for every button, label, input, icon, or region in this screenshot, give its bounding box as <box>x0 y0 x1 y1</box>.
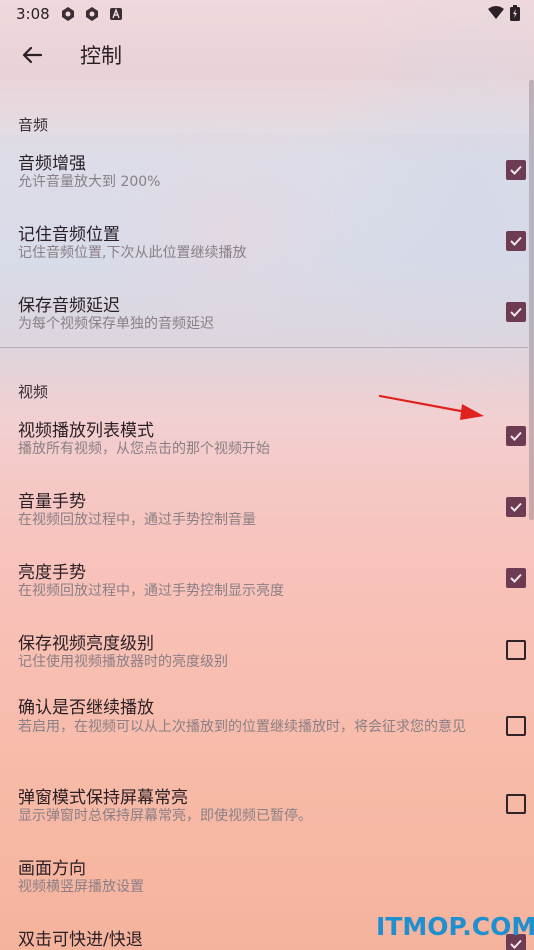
setting-subtitle: 在视频回放过程中，通过手势控制音量 <box>18 512 256 528</box>
setting-subtitle: 显示弹窗时总保持屏幕常亮，即使视频已暂停。 <box>18 808 312 824</box>
app-icon <box>60 6 76 22</box>
setting-volume-gesture[interactable]: 音量手势 在视频回放过程中，通过手势控制音量 <box>0 478 534 546</box>
setting-subtitle: 在视频回放过程中，通过手势控制显示亮度 <box>18 583 284 599</box>
watermark: ITMOP.COM <box>376 912 534 941</box>
setting-subtitle: 为每个视频保存单独的音频延迟 <box>18 316 214 332</box>
setting-confirm-resume[interactable]: 确认是否继续播放 若启用，在视频可以从上次播放到的位置继续播放时，将会征求您的意… <box>0 684 534 776</box>
setting-subtitle: 允许音量放大到 200% <box>18 174 161 190</box>
check-icon <box>510 307 522 317</box>
check-icon <box>510 502 522 512</box>
back-button[interactable] <box>18 41 46 69</box>
setting-remember-audio-position[interactable]: 记住音频位置 记住音频位置,下次从此位置继续播放 <box>0 211 534 279</box>
scrollbar[interactable] <box>529 80 534 520</box>
setting-subtitle: 若启用，在视频可以从上次播放到的位置继续播放时，将会征求您的意见 <box>18 719 466 735</box>
battery-icon <box>510 5 520 25</box>
app-bar: 控制 <box>0 28 534 80</box>
volume-gesture-checkbox[interactable] <box>506 497 526 517</box>
setting-title: 双击可快进/快退 <box>18 930 143 950</box>
brightness-gesture-checkbox[interactable] <box>506 568 526 588</box>
section-divider <box>0 347 528 348</box>
setting-subtitle: 记住使用视频播放器时的亮度级别 <box>18 654 228 670</box>
app-icon <box>84 6 100 22</box>
check-icon <box>510 165 522 175</box>
check-icon <box>510 573 522 583</box>
check-icon <box>510 236 522 246</box>
confirm-resume-checkbox[interactable] <box>506 716 526 736</box>
video-playlist-mode-checkbox[interactable] <box>506 426 526 446</box>
audio-boost-checkbox[interactable] <box>506 160 526 180</box>
status-right-icons <box>488 5 520 25</box>
save-video-brightness-checkbox[interactable] <box>506 640 526 660</box>
page-title: 控制 <box>80 44 122 68</box>
wifi-icon <box>488 6 504 24</box>
setting-screen-orientation[interactable]: 画面方向 视频横竖屏播放设置 <box>0 845 534 913</box>
status-time: 3:08 <box>16 5 50 23</box>
section-header-video: 视频 <box>18 383 49 401</box>
check-icon <box>510 431 522 441</box>
a-icon <box>108 6 124 22</box>
setting-subtitle: 视频横竖屏播放设置 <box>18 879 144 895</box>
section-header-audio: 音频 <box>18 116 49 134</box>
back-arrow-icon <box>22 46 43 64</box>
setting-save-video-brightness[interactable]: 保存视频亮度级别 记住使用视频播放器时的亮度级别 <box>0 620 534 688</box>
remember-audio-position-checkbox[interactable] <box>506 231 526 251</box>
annotation-arrow-icon <box>378 394 484 420</box>
save-audio-delay-checkbox[interactable] <box>506 302 526 322</box>
setting-popup-keep-screen-on[interactable]: 弹窗模式保持屏幕常亮 显示弹窗时总保持屏幕常亮，即使视频已暂停。 <box>0 774 534 842</box>
popup-keep-screen-on-checkbox[interactable] <box>506 794 526 814</box>
setting-save-audio-delay[interactable]: 保存音频延迟 为每个视频保存单独的音频延迟 <box>0 282 534 350</box>
setting-title: 确认是否继续播放 <box>18 698 154 718</box>
section-header-band <box>0 80 529 134</box>
status-bar: 3:08 <box>0 0 534 28</box>
setting-subtitle: 播放所有视频，从您点击的那个视频开始 <box>18 441 270 457</box>
setting-audio-boost[interactable]: 音频增强 允许音量放大到 200% <box>0 140 534 208</box>
setting-brightness-gesture[interactable]: 亮度手势 在视频回放过程中，通过手势控制显示亮度 <box>0 549 534 617</box>
setting-subtitle: 记住音频位置,下次从此位置继续播放 <box>18 245 247 261</box>
